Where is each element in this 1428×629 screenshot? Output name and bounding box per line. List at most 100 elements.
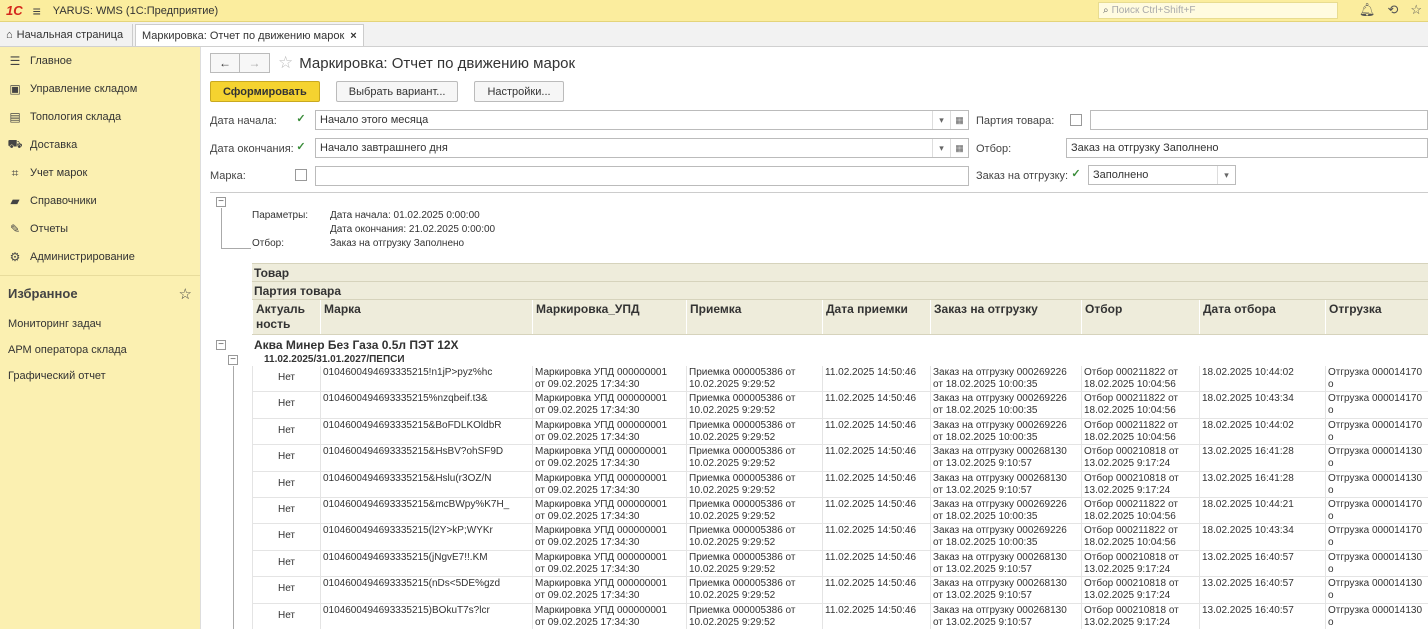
table-cell[interactable]: 11.02.2025 14:50:46 <box>822 445 930 471</box>
mark-field[interactable] <box>315 166 969 186</box>
favorite-link[interactable]: Мониторинг задач <box>0 311 200 337</box>
table-cell[interactable]: 11.02.2025 14:50:46 <box>822 577 930 603</box>
table-cell[interactable]: Маркировка УПД 000000001 от 09.02.2025 1… <box>532 392 686 418</box>
column-header[interactable]: Дата отбора <box>1199 300 1325 334</box>
table-row[interactable]: Нет 0104600494693335215!n1jP>pyz%hc Маркир… <box>252 366 1428 393</box>
table-cell[interactable]: Нет <box>252 577 320 603</box>
column-header[interactable]: Марка <box>320 300 532 334</box>
table-cell[interactable]: Заказ на отгрузку 000269226 от 18.02.202… <box>930 524 1081 550</box>
table-cell[interactable]: Приемка 000005386 от 10.02.2025 9:29:52 <box>686 471 822 497</box>
table-cell[interactable]: Отгрузка 000014170 о <box>1325 366 1428 392</box>
collapse-group-icon[interactable]: − <box>216 340 226 350</box>
sidebar-item-2[interactable]: ▤ Топология склада <box>0 103 200 131</box>
table-cell[interactable]: Приемка 000005386 от 10.02.2025 9:29:52 <box>686 366 822 392</box>
table-cell[interactable]: Нет <box>252 550 320 577</box>
table-row[interactable]: Нет 0104600494693335215(nDs<5DE%gzd Маркир… <box>252 577 1428 604</box>
table-cell[interactable]: Отбор 000211822 от 18.02.2025 10:04:56 <box>1081 418 1199 445</box>
selection-field[interactable]: Заказ на отгрузку Заполнено <box>1066 138 1428 158</box>
column-header[interactable]: Отбор <box>1081 300 1199 334</box>
table-cell[interactable]: Маркировка УПД 000000001 от 09.02.2025 1… <box>532 550 686 577</box>
table-cell[interactable]: 0104600494693335215(nDs<5DE%gzd <box>320 577 532 603</box>
table-cell[interactable]: Приемка 000005386 от 10.02.2025 9:29:52 <box>686 603 822 629</box>
batch-field[interactable] <box>1090 110 1428 130</box>
order-checkbox[interactable]: ✓ <box>1070 169 1082 181</box>
favorites-star-icon[interactable]: ☆ <box>1410 2 1422 18</box>
dropdown-icon[interactable]: ▾ <box>932 139 950 157</box>
column-header[interactable]: Дата приемки <box>822 300 930 334</box>
table-cell[interactable]: 11.02.2025 14:50:46 <box>822 497 930 524</box>
table-cell[interactable]: 11.02.2025 14:50:46 <box>822 418 930 445</box>
table-cell[interactable]: 0104600494693335215(jNgvE7!!.KM <box>320 550 532 577</box>
table-cell[interactable]: Отгрузка 000014130 о <box>1325 471 1428 497</box>
table-row[interactable]: Нет 0104600494693335215)BOkuT7s?lcr Маркир… <box>252 603 1428 629</box>
collapse-subgroup-icon[interactable]: − <box>228 355 238 365</box>
table-cell[interactable]: Отгрузка 000014130 о <box>1325 445 1428 471</box>
select-variant-button[interactable]: Выбрать вариант... <box>335 81 459 102</box>
sidebar-item-5[interactable]: ▰ Справочники <box>0 187 200 215</box>
column-header[interactable]: Заказ на отгрузку <box>930 300 1081 334</box>
back-button[interactable]: ← <box>210 53 240 73</box>
bell-icon[interactable]: 🔔︎ <box>1359 2 1376 18</box>
table-cell[interactable]: Маркировка УПД 000000001 от 09.02.2025 1… <box>532 524 686 550</box>
table-cell[interactable]: Отбор 000211822 от 18.02.2025 10:04:56 <box>1081 392 1199 418</box>
table-cell[interactable]: Отбор 000211822 от 18.02.2025 10:04:56 <box>1081 524 1199 550</box>
table-cell[interactable]: Отбор 000210818 от 13.02.2025 9:17:24 <box>1081 471 1199 497</box>
table-cell[interactable]: 18.02.2025 10:43:34 <box>1199 392 1325 418</box>
table-cell[interactable]: Заказ на отгрузку 000269226 от 18.02.202… <box>930 366 1081 392</box>
table-cell[interactable]: Отбор 000210818 от 13.02.2025 9:17:24 <box>1081 577 1199 603</box>
sidebar-item-6[interactable]: ✎ Отчеты <box>0 215 200 243</box>
table-cell[interactable]: Отгрузка 000014170 о <box>1325 497 1428 524</box>
table-cell[interactable]: Маркировка УПД 000000001 от 09.02.2025 1… <box>532 471 686 497</box>
table-cell[interactable]: Отбор 000211822 от 18.02.2025 10:04:56 <box>1081 497 1199 524</box>
table-cell[interactable]: 0104600494693335215&HsBV?ohSF9D <box>320 445 532 471</box>
table-cell[interactable]: 11.02.2025 14:50:46 <box>822 550 930 577</box>
mark-checkbox[interactable] <box>295 169 307 181</box>
settings-button[interactable]: Настройки... <box>474 81 564 102</box>
table-cell[interactable]: 0104600494693335215&Hslu(r3OZ/N <box>320 471 532 497</box>
table-cell[interactable]: Маркировка УПД 000000001 от 09.02.2025 1… <box>532 445 686 471</box>
table-cell[interactable]: Маркировка УПД 000000001 от 09.02.2025 1… <box>532 366 686 392</box>
table-cell[interactable]: Отбор 000210818 от 13.02.2025 9:17:24 <box>1081 445 1199 471</box>
table-cell[interactable]: Приемка 000005386 от 10.02.2025 9:29:52 <box>686 524 822 550</box>
collapse-params-icon[interactable]: − <box>216 197 226 207</box>
table-cell[interactable]: 0104600494693335215(l2Y>kP;WYKr <box>320 524 532 550</box>
table-cell[interactable]: 0104600494693335215&mcBWpy%K7H_ <box>320 497 532 524</box>
favorite-link[interactable]: Графический отчет <box>0 363 200 389</box>
history-icon[interactable]: ⟲ <box>1387 2 1398 18</box>
table-cell[interactable]: Нет <box>252 366 320 392</box>
table-cell[interactable]: Заказ на отгрузку 000269226 от 18.02.202… <box>930 392 1081 418</box>
table-cell[interactable]: Приемка 000005386 от 10.02.2025 9:29:52 <box>686 392 822 418</box>
table-cell[interactable]: Маркировка УПД 000000001 от 09.02.2025 1… <box>532 603 686 629</box>
batch-checkbox[interactable] <box>1070 114 1082 126</box>
table-row[interactable]: Нет 0104600494693335215&mcBWpy%K7H_ Маркир… <box>252 497 1428 525</box>
forward-button[interactable]: → <box>240 53 270 73</box>
table-cell[interactable]: Заказ на отгрузку 000268130 от 13.02.202… <box>930 471 1081 497</box>
table-cell[interactable]: Маркировка УПД 000000001 от 09.02.2025 1… <box>532 497 686 524</box>
sidebar-item-1[interactable]: ▣ Управление складом <box>0 75 200 103</box>
table-cell[interactable]: 0104600494693335215%nzqbeif.t3& <box>320 392 532 418</box>
table-cell[interactable]: Отгрузка 000014130 о <box>1325 550 1428 577</box>
table-cell[interactable]: Приемка 000005386 от 10.02.2025 9:29:52 <box>686 418 822 445</box>
table-row[interactable]: Нет 0104600494693335215&BoFDLKOldbR Маркир… <box>252 418 1428 446</box>
table-cell[interactable]: Заказ на отгрузку 000268130 от 13.02.202… <box>930 445 1081 471</box>
generate-button[interactable]: Сформировать <box>210 81 320 102</box>
main-menu-icon[interactable]: ≡ <box>33 3 41 19</box>
dropdown-icon[interactable]: ▾ <box>1217 166 1235 184</box>
table-row[interactable]: Нет 0104600494693335215%nzqbeif.t3& Маркир… <box>252 392 1428 419</box>
table-cell[interactable]: Отгрузка 000014170 о <box>1325 392 1428 418</box>
star-icon[interactable]: ☆ <box>179 285 192 303</box>
dropdown-icon[interactable]: ▾ <box>932 111 950 129</box>
table-cell[interactable]: Приемка 000005386 от 10.02.2025 9:29:52 <box>686 577 822 603</box>
table-cell[interactable]: Отгрузка 000014130 о <box>1325 603 1428 629</box>
global-search-input[interactable]: ⌕ Поиск Ctrl+Shift+F <box>1098 2 1338 19</box>
table-cell[interactable]: 11.02.2025 14:50:46 <box>822 603 930 629</box>
table-cell[interactable]: Нет <box>252 471 320 497</box>
date-start-field[interactable]: Начало этого месяца ▾ ▦ <box>315 110 969 130</box>
table-cell[interactable]: Отбор 000211822 от 18.02.2025 10:04:56 <box>1081 366 1199 392</box>
table-cell[interactable]: 13.02.2025 16:41:28 <box>1199 471 1325 497</box>
column-header[interactable]: Отгрузка <box>1325 300 1428 334</box>
table-cell[interactable]: 18.02.2025 10:43:34 <box>1199 524 1325 550</box>
table-cell[interactable]: Нет <box>252 524 320 550</box>
table-cell[interactable]: 0104600494693335215)BOkuT7s?lcr <box>320 603 532 629</box>
table-cell[interactable]: 13.02.2025 16:40:57 <box>1199 577 1325 603</box>
